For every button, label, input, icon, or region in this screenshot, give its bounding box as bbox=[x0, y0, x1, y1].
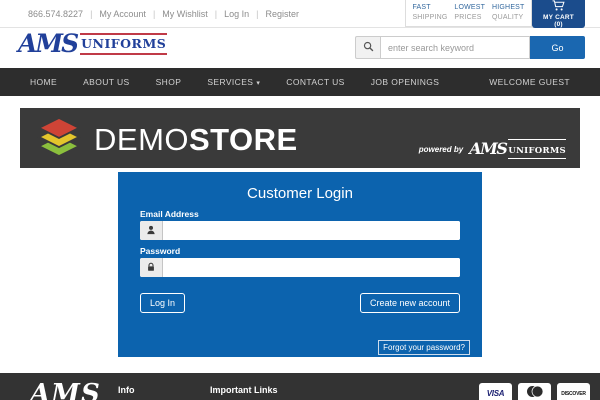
cart-label: MY CART (0) bbox=[543, 14, 574, 28]
phone-number: 866.574.8227 bbox=[28, 9, 84, 19]
mastercard-badge bbox=[518, 383, 551, 400]
main-nav: HOME ABOUT US SHOP SERVICES ▾ CONTACT US … bbox=[0, 68, 600, 96]
powered-logo-word-wrap: UNIFORMS bbox=[508, 139, 566, 159]
top-utility-bar: 866.574.8227 | My Account | My Wishlist … bbox=[0, 0, 600, 28]
footer-ams-logo: AMS bbox=[30, 379, 101, 400]
nav-item-contact-us[interactable]: CONTACT US bbox=[286, 77, 344, 87]
layers-icon bbox=[36, 116, 82, 163]
separator: | bbox=[90, 9, 93, 19]
nav-item-shop[interactable]: SHOP bbox=[156, 77, 182, 87]
topbar-links: 866.574.8227 | My Account | My Wishlist … bbox=[28, 0, 299, 28]
powered-by-label: powered by bbox=[418, 144, 464, 154]
email-field[interactable] bbox=[163, 221, 460, 240]
create-account-button[interactable]: Create new account bbox=[359, 293, 460, 313]
footer: AMS Info Important Links VISA DISCOVER bbox=[0, 373, 600, 400]
discover-badge: DISCOVER bbox=[557, 383, 590, 400]
lock-icon bbox=[146, 259, 156, 277]
payment-badges: VISA DISCOVER bbox=[479, 383, 590, 400]
nav-item-about-us[interactable]: ABOUT US bbox=[83, 77, 130, 87]
mastercard-icon bbox=[525, 385, 545, 400]
powered-ams-logo: AMS UNIFORMS bbox=[469, 139, 566, 159]
demostore-title-bold: STORE bbox=[189, 122, 298, 157]
separator: | bbox=[152, 9, 156, 19]
customer-login-panel: Customer Login Email Address Password Lo… bbox=[118, 172, 482, 357]
badge-line2: SHIPPING bbox=[412, 14, 448, 21]
footer-important-links-heading: Important Links bbox=[210, 385, 278, 395]
badge-line2: QUALITY bbox=[492, 14, 524, 21]
login-title: Customer Login bbox=[247, 185, 353, 202]
demostore-brand: DEMOSTORE bbox=[36, 116, 298, 163]
footer-info-heading: Info bbox=[118, 385, 135, 395]
separator: | bbox=[214, 9, 218, 19]
badge-line2: PRICES bbox=[454, 14, 482, 21]
lowest-prices-badge: LOWEST PRICES bbox=[454, 3, 485, 24]
discover-icon: DISCOVER bbox=[561, 390, 586, 397]
nav-item-services[interactable]: SERVICES ▾ bbox=[207, 77, 260, 87]
page: 866.574.8227 | My Account | My Wishlist … bbox=[0, 0, 600, 400]
search-icon bbox=[363, 39, 374, 57]
ams-uniforms-logo[interactable]: AMS UNIFORMS bbox=[18, 29, 168, 58]
email-icon-box bbox=[140, 221, 163, 240]
powered-logo-word: UNIFORMS bbox=[508, 146, 566, 156]
forgot-password-link[interactable]: Forgot your password? bbox=[378, 340, 470, 355]
fast-shipping-badge: FAST SHIPPING bbox=[412, 3, 447, 24]
badge-line1: FAST bbox=[412, 3, 431, 11]
value-props-box: FAST SHIPPING LOWEST PRICES HIGHEST QUAL… bbox=[405, 0, 532, 27]
password-input-row bbox=[140, 258, 460, 277]
demostore-title: DEMOSTORE bbox=[94, 124, 298, 155]
powered-logo-script: AMS bbox=[469, 139, 508, 158]
password-label: Password bbox=[140, 246, 181, 256]
my-account-link[interactable]: My Account bbox=[99, 9, 146, 19]
logo-word-text: UNIFORMS bbox=[81, 35, 167, 51]
search-input[interactable] bbox=[380, 36, 530, 59]
highest-quality-badge: HIGHEST QUALITY bbox=[492, 3, 525, 24]
password-icon-box bbox=[140, 258, 163, 277]
log-in-link[interactable]: Log In bbox=[224, 9, 249, 19]
search-icon-box bbox=[355, 36, 380, 59]
powered-by-block: powered by AMS UNIFORMS bbox=[419, 139, 566, 159]
hero-banner: DEMOSTORE powered by AMS UNIFORMS bbox=[20, 108, 580, 168]
search-go-button[interactable]: Go bbox=[530, 36, 585, 59]
welcome-guest-label: WELCOME GUEST bbox=[489, 77, 570, 87]
visa-badge: VISA bbox=[479, 383, 512, 400]
email-label: Email Address bbox=[140, 209, 199, 219]
register-link[interactable]: Register bbox=[266, 9, 300, 19]
my-wishlist-link[interactable]: My Wishlist bbox=[162, 9, 208, 19]
person-icon bbox=[146, 222, 156, 240]
badge-line1: HIGHEST bbox=[492, 3, 525, 11]
logo-script-text: AMS bbox=[18, 29, 79, 58]
cart-icon bbox=[552, 0, 565, 13]
badge-line1: LOWEST bbox=[454, 3, 486, 11]
visa-icon: VISA bbox=[486, 389, 505, 398]
chevron-down-icon: ▾ bbox=[256, 80, 261, 87]
search-bar: Go bbox=[355, 36, 585, 59]
nav-item-home[interactable]: HOME bbox=[30, 77, 57, 87]
log-in-button[interactable]: Log In bbox=[140, 293, 186, 313]
separator: | bbox=[256, 9, 259, 19]
nav-services-label: SERVICES bbox=[207, 77, 254, 87]
nav-item-job-openings[interactable]: JOB OPENINGS bbox=[371, 77, 440, 87]
demostore-title-light: DEMO bbox=[94, 122, 189, 157]
email-input-row bbox=[140, 221, 460, 240]
my-cart-button[interactable]: MY CART (0) bbox=[532, 0, 585, 28]
logo-word-wrap: UNIFORMS bbox=[80, 32, 168, 55]
password-field[interactable] bbox=[163, 258, 460, 277]
